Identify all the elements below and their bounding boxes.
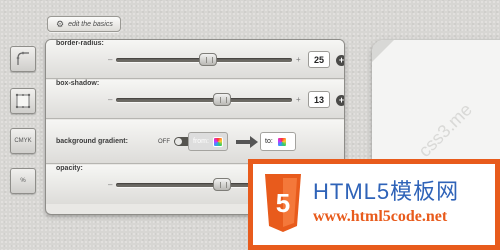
border-radius-value[interactable]: 25 [308,51,330,68]
gear-icon: ⚙ [56,18,65,29]
gradient-off-label: OFF [158,139,170,145]
arrow-right-icon [236,136,258,148]
gradient-label: background gradient: [56,138,128,145]
border-radius-row: border-radius: – + 25 + [46,40,344,79]
box-shadow-decrease[interactable]: – [108,80,112,119]
box-shadow-increase[interactable]: + [296,80,301,119]
shield-number: 5 [276,188,290,218]
border-radius-label: border-radius: [56,40,104,47]
box-shadow-icon[interactable] [10,88,36,114]
edit-basics-label: edit the basics [68,20,113,28]
gradient-to-label: to: [265,138,273,145]
opacity-decrease[interactable]: – [108,165,112,204]
page-fold [372,40,394,62]
color-picker-icon [212,136,223,147]
border-radius-add-button[interactable]: + [336,55,344,66]
gradient-icon-text: CMYK [14,138,32,144]
rounded-corner-icon[interactable] [10,46,36,72]
box-shadow-thumb[interactable] [212,93,231,106]
gradient-to-swatch[interactable]: to: [260,132,296,151]
box-shadow-row: box-shadow: – + 13 + [46,80,344,119]
border-radius-slider[interactable] [116,53,292,66]
box-shadow-value[interactable]: 13 [308,91,330,108]
border-radius-decrease[interactable]: – [108,40,112,79]
border-radius-increase[interactable]: + [296,40,301,79]
banner-title: HTML5模板网 [313,179,460,204]
opacity-thumb[interactable] [212,178,231,191]
opacity-icon-text: % [20,178,26,184]
box-shadow-slider[interactable] [116,93,292,106]
color-picker-icon [276,136,287,147]
banner-inner: 5 HTML5模板网 www.html5code.net [253,164,495,245]
gradient-from-swatch[interactable]: from: [188,132,228,151]
opacity-label: opacity: [56,165,83,172]
box-shadow-label: box-shadow: [56,80,100,87]
gradient-from-label: from: [193,138,209,145]
opacity-icon[interactable]: % [10,168,36,194]
html5-shield-icon: 5 [265,174,301,232]
gradient-row: background gradient: OFF ON from: to: [46,120,344,164]
box-shadow-add-button[interactable]: + [336,95,344,106]
preview-watermark: css3.me [414,99,476,161]
border-radius-thumb[interactable] [198,53,217,66]
gradient-icon[interactable]: CMYK [10,128,36,154]
banner-url[interactable]: www.html5code.net [313,208,447,226]
site-banner[interactable]: 5 HTML5模板网 www.html5code.net [248,159,500,250]
edit-basics-button[interactable]: ⚙ edit the basics [47,16,121,32]
